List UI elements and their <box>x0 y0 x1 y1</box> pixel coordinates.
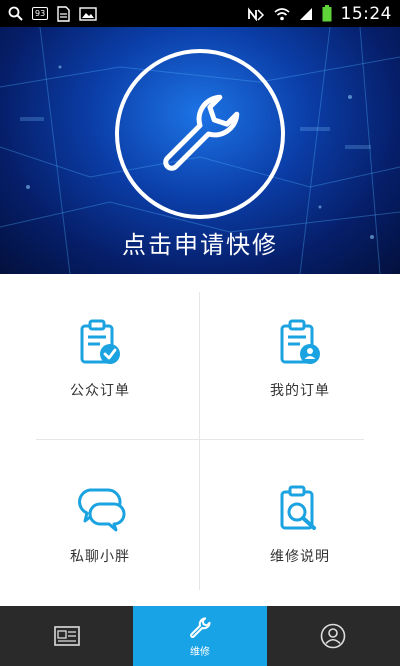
image-icon <box>79 6 97 21</box>
wifi-icon <box>273 7 290 21</box>
quick-repair-banner[interactable]: 点击申请快修 <box>0 27 400 274</box>
bottom-nav: 维修 <box>0 606 400 666</box>
clipboard-user-icon <box>276 318 324 368</box>
status-bar-left: 93 <box>8 5 97 22</box>
nav-item-repair[interactable]: 维修 <box>133 606 267 666</box>
grid-item-private-chat[interactable]: 私聊小胖 <box>0 440 200 606</box>
search-icon <box>8 6 23 21</box>
clipboard-search-icon <box>276 484 324 534</box>
banner-title: 点击申请快修 <box>122 231 278 259</box>
battery-saver-icon: 93 <box>32 7 49 20</box>
news-icon <box>53 626 80 646</box>
grid-item-my-orders[interactable]: 我的订单 <box>200 274 400 440</box>
chat-bubbles-icon <box>74 484 126 534</box>
status-time: 15:24 <box>340 3 392 24</box>
function-grid: 公众订单 我的订单 私聊小胖 维修说明 <box>0 274 400 606</box>
file-icon <box>57 5 70 22</box>
grid-item-label: 我的订单 <box>270 383 330 399</box>
grid-item-label: 私聊小胖 <box>70 549 130 565</box>
grid-item-label: 维修说明 <box>270 549 330 565</box>
grid-item-public-orders[interactable]: 公众订单 <box>0 274 200 440</box>
wrench-icon <box>190 616 211 638</box>
clipboard-check-icon <box>76 318 124 368</box>
nav-item-label: 维修 <box>189 646 210 658</box>
grid-item-label: 公众订单 <box>70 383 130 399</box>
user-icon <box>321 623 346 649</box>
status-bar: 93 15:24 <box>0 0 400 27</box>
no-sim-icon <box>247 6 265 21</box>
nav-item-profile[interactable] <box>267 606 400 666</box>
status-bar-right: 15:24 <box>247 4 393 24</box>
battery-icon <box>322 5 332 22</box>
nav-item-news[interactable] <box>0 606 133 666</box>
wrench-icon <box>163 94 240 171</box>
wrench-ring <box>115 49 285 219</box>
grid-item-repair-guide[interactable]: 维修说明 <box>200 440 400 606</box>
signal-icon <box>299 7 313 21</box>
